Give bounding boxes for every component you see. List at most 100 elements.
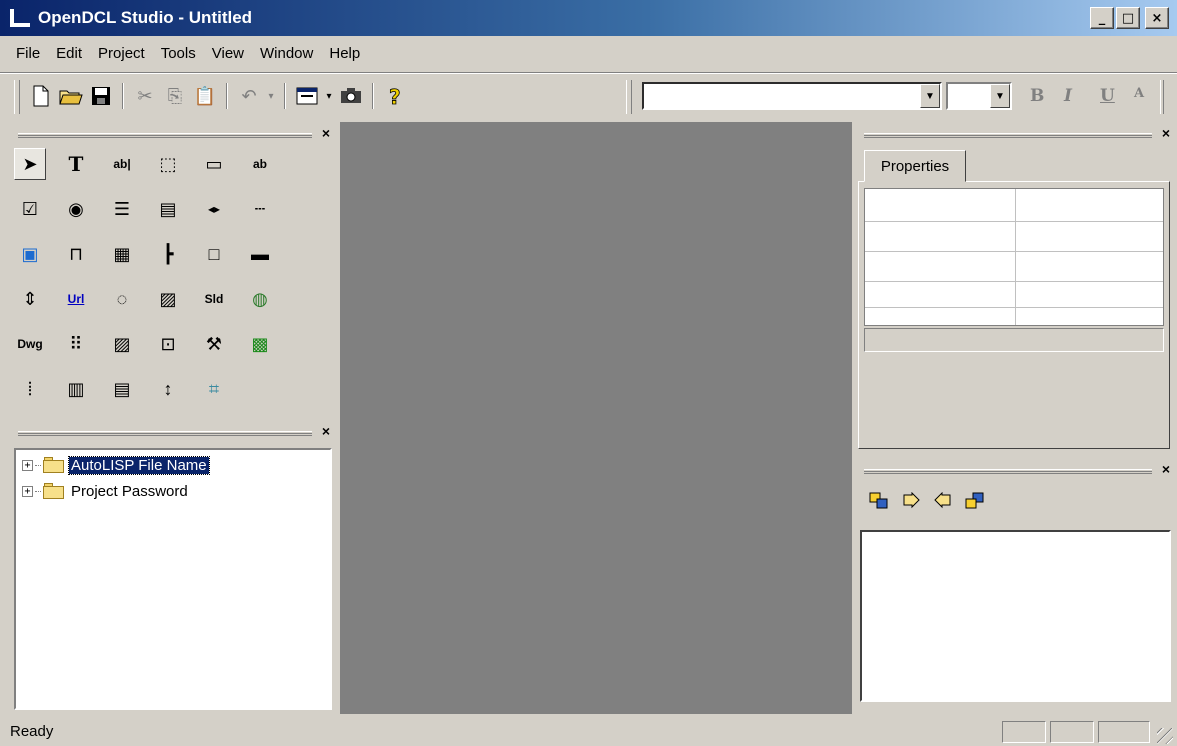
undo-icon[interactable]: ↶ [234, 81, 264, 111]
events-toolbar [866, 488, 988, 514]
toolbar-grip[interactable] [14, 80, 20, 114]
slider-icon[interactable]: ┄ [244, 193, 276, 225]
open-folder-icon[interactable] [56, 81, 86, 111]
slide-icon[interactable]: Sld [198, 283, 230, 315]
properties-grid[interactable] [864, 188, 1164, 326]
dwg-icon[interactable]: Dwg [14, 328, 46, 360]
move-right-icon[interactable] [898, 488, 924, 514]
maximize-button[interactable]: □ [1116, 7, 1140, 29]
combo-text-icon[interactable]: ab [244, 148, 276, 180]
textbox-icon[interactable]: ab| [106, 148, 138, 180]
menu-edit[interactable]: Edit [48, 42, 90, 65]
tree-item-label[interactable]: Project Password [69, 483, 190, 500]
undo-dropdown-icon[interactable]: ▾ [264, 81, 278, 111]
tools-icon[interactable]: ⚒ [198, 328, 230, 360]
tree-item-label[interactable]: AutoLISP File Name [68, 455, 210, 475]
checkbox-icon[interactable]: ☑ [14, 193, 46, 225]
menu-project[interactable]: Project [90, 42, 153, 65]
menu-bar: File Edit Project Tools View Window Help [0, 38, 1177, 68]
window-title: OpenDCL Studio - Untitled [38, 8, 253, 27]
expand-icon[interactable]: + [22, 459, 33, 471]
project-tree[interactable]: + AutoLISP File Name + Project Password [14, 448, 332, 710]
image-button-icon[interactable]: ▨ [152, 283, 184, 315]
events-panel-title: × [858, 461, 1174, 480]
picture-icon[interactable]: ▣ [14, 238, 46, 270]
chevron-down-icon[interactable]: ▼ [920, 84, 940, 108]
dialog-dropdown-icon[interactable]: ▾ [322, 81, 336, 111]
block-list-icon[interactable]: ▥ [60, 373, 92, 405]
folder-icon [43, 483, 65, 499]
svg-text:?: ? [389, 85, 401, 108]
option-button-icon[interactable]: ◉ [60, 193, 92, 225]
spin-icon[interactable]: ◂▸ [198, 193, 230, 225]
resize-grip-icon[interactable] [1157, 728, 1173, 744]
calendar-icon[interactable]: ▦ [106, 238, 138, 270]
grid-icon[interactable]: ⠿ [60, 328, 92, 360]
scroll-icon[interactable]: ⇕ [14, 283, 46, 315]
url-icon[interactable]: Url [60, 283, 92, 315]
editor-workspace[interactable] [340, 122, 852, 714]
chevron-down-icon[interactable]: ▼ [990, 84, 1010, 108]
paste-icon[interactable]: 📋 [190, 81, 220, 111]
format-toolbar-grip[interactable] [626, 80, 632, 114]
blank-control-icon[interactable]: □ [198, 238, 230, 270]
frame-icon[interactable]: ▭ [198, 148, 230, 180]
tab-control-icon[interactable]: ⊓ [60, 238, 92, 270]
new-file-icon[interactable] [26, 81, 56, 111]
image-combo-icon[interactable]: ▨ [106, 328, 138, 360]
listbox-icon[interactable]: ☰ [106, 193, 138, 225]
move-up-icon[interactable] [866, 488, 892, 514]
font-style-icon[interactable]: A [1134, 86, 1144, 101]
close-icon[interactable]: × [322, 423, 330, 439]
splitter-icon[interactable]: ⦙ [14, 373, 46, 405]
italic-button[interactable]: I [1064, 86, 1072, 106]
close-icon[interactable]: × [1162, 125, 1170, 141]
list-view-icon[interactable]: ▤ [152, 193, 184, 225]
menu-tools[interactable]: Tools [153, 42, 204, 65]
cut-icon[interactable]: ✂ [130, 81, 160, 111]
dialog-icon[interactable] [292, 81, 322, 111]
menu-view[interactable]: View [204, 42, 252, 65]
move-left-icon[interactable] [930, 488, 956, 514]
progress-icon[interactable]: ▬ [244, 238, 276, 270]
tree-item-autolisp[interactable]: + AutoLISP File Name [22, 454, 210, 476]
underline-button[interactable]: U [1100, 86, 1115, 106]
copy-icon[interactable]: ⎘ [160, 81, 190, 111]
pointer-icon[interactable]: ➤ [14, 148, 46, 180]
html-control-icon[interactable]: ⌗ [198, 373, 230, 405]
camera-icon[interactable] [336, 81, 366, 111]
menu-help[interactable]: Help [321, 42, 368, 65]
menu-file[interactable]: File [8, 42, 48, 65]
close-icon[interactable]: × [1162, 461, 1170, 477]
font-size-combo[interactable]: ▼ [946, 82, 1012, 110]
vertical-spacer-icon[interactable]: ↕ [152, 373, 184, 405]
digital-display-icon[interactable]: ▩ [244, 328, 276, 360]
globe-icon[interactable]: ◍ [244, 283, 276, 315]
animation-icon[interactable]: ◌ [106, 283, 138, 315]
help-icon[interactable]: ? [380, 81, 410, 111]
status-cell [1002, 721, 1046, 743]
bold-button[interactable]: B [1030, 86, 1044, 106]
minimize-button[interactable]: _ [1090, 7, 1114, 29]
status-text: Ready [10, 723, 54, 740]
tab-properties[interactable]: Properties [864, 150, 966, 182]
save-icon[interactable] [86, 81, 116, 111]
text-icon[interactable]: T [60, 148, 92, 180]
events-list[interactable] [860, 530, 1171, 702]
palette-panel-title: × [12, 125, 334, 144]
tree-item-password[interactable]: + Project Password [22, 480, 190, 502]
tree-icon[interactable]: ┣ [152, 238, 184, 270]
font-name-combo[interactable]: ▼ [642, 82, 942, 110]
close-button[interactable]: × [1145, 7, 1169, 29]
status-cell [1050, 721, 1094, 743]
menu-window[interactable]: Window [252, 42, 321, 65]
table-icon[interactable]: ▤ [106, 373, 138, 405]
status-bar: Ready [0, 718, 1177, 746]
graphic-button-icon[interactable]: ⊡ [152, 328, 184, 360]
move-down-icon[interactable] [962, 488, 988, 514]
app-icon [10, 7, 30, 29]
close-icon[interactable]: × [322, 125, 330, 141]
folder-icon [43, 457, 65, 473]
expand-icon[interactable]: + [22, 485, 33, 497]
picture-button-icon[interactable]: ⬚ [152, 148, 184, 180]
